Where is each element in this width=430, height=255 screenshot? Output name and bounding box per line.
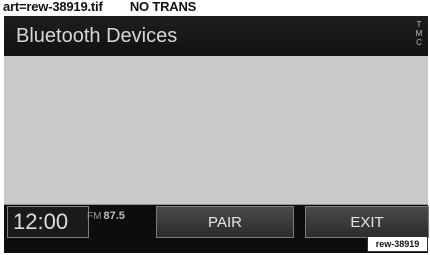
exit-button[interactable]: EXIT <box>305 206 429 238</box>
pair-button[interactable]: PAIR <box>156 206 294 238</box>
tmc-letter-m: M <box>415 29 423 38</box>
bottom-bar: 12:00 FM 87.5 PAIR EXIT <box>4 205 429 253</box>
tmc-indicator: T M C <box>415 20 423 47</box>
figure-caption: art=rew-38919.tif NO TRANS <box>3 0 197 14</box>
head-unit-screen: Bluetooth Devices T M C 12:00 FM 87.5 PAI… <box>4 16 429 253</box>
radio-status: FM 87.5 <box>87 210 125 222</box>
radio-frequency: 87.5 <box>103 210 125 222</box>
page-title: Bluetooth Devices <box>16 25 178 47</box>
title-bar: Bluetooth Devices T M C <box>4 16 428 56</box>
device-list-area[interactable] <box>4 56 428 205</box>
clock-time: 12:00 <box>13 209 69 234</box>
image-reference-tag: rew-38919 <box>367 236 428 252</box>
clock-display[interactable]: 12:00 <box>7 206 89 238</box>
tmc-letter-c: C <box>416 38 422 47</box>
tmc-letter-t: T <box>416 20 422 29</box>
radio-band: FM <box>87 211 102 222</box>
